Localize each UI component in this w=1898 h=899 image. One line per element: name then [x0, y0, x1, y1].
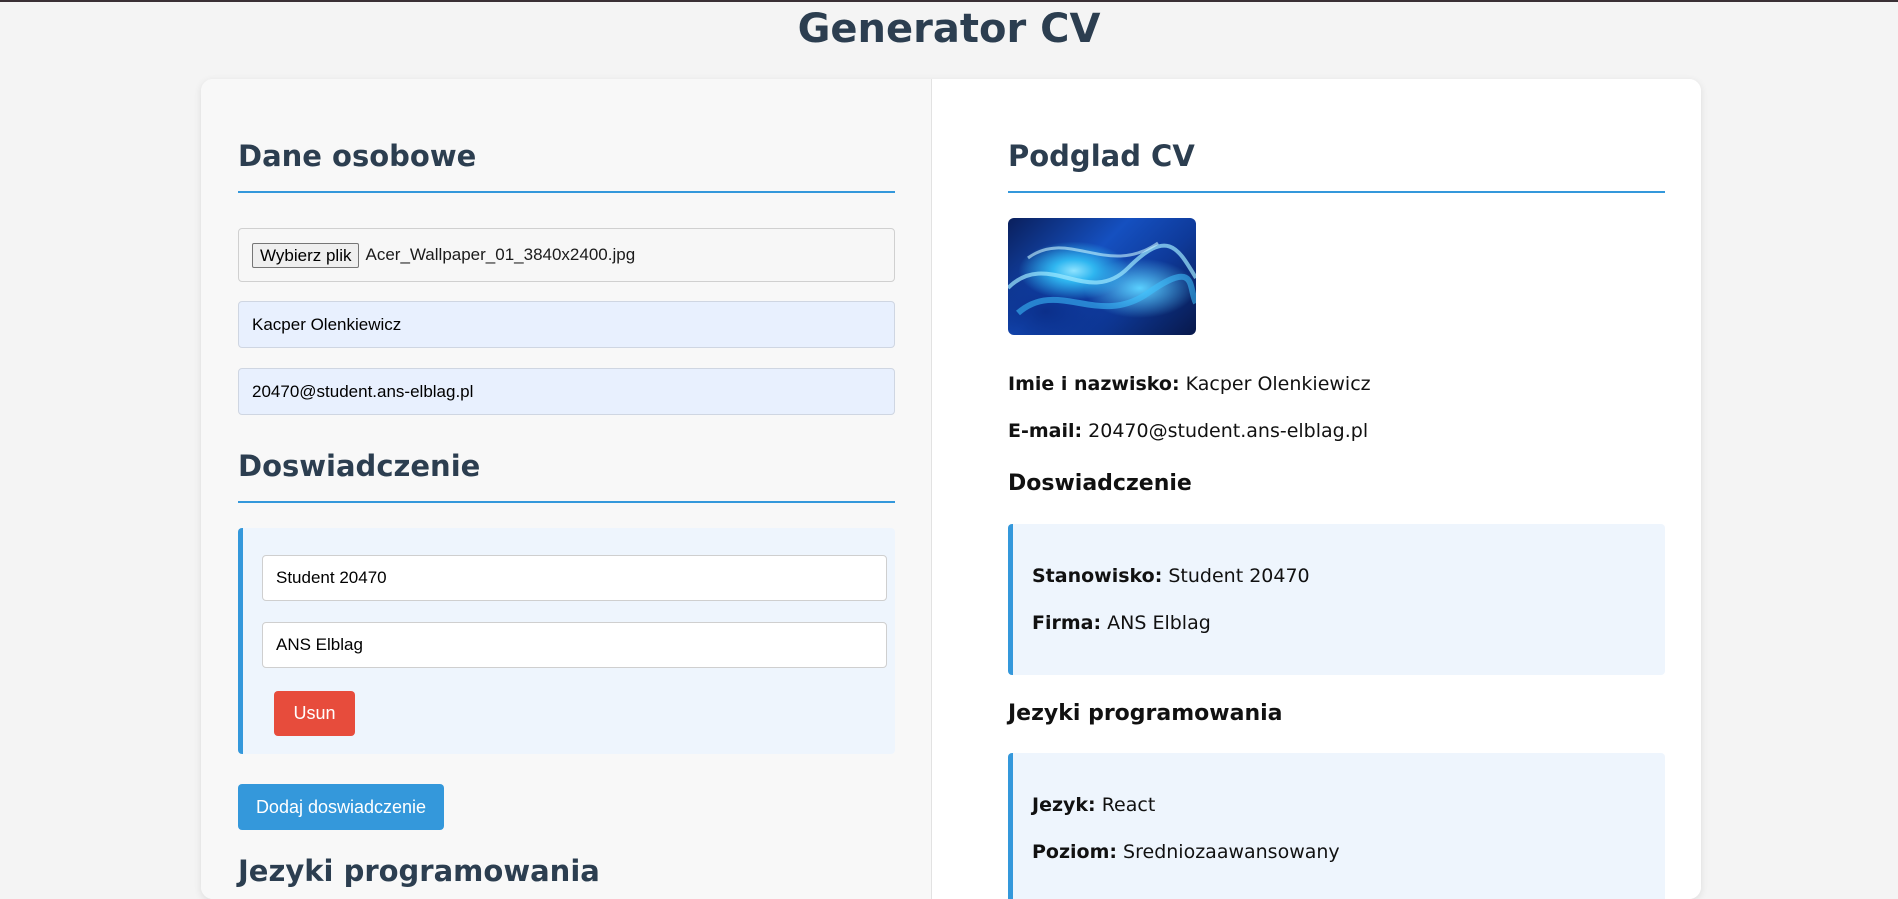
preview-email-label: E-mail:: [1008, 420, 1083, 442]
preview-name-label: Imie i nazwisko:: [1008, 373, 1180, 395]
preview-language-value: React: [1101, 794, 1156, 816]
choose-file-button[interactable]: Wybierz plik: [252, 242, 360, 268]
preview-company-line: Firma: ANS Elblag: [1032, 612, 1211, 634]
preview-name-line: Imie i nazwisko: Kacper Olenkiewicz: [1008, 373, 1371, 395]
preview-company-label: Firma:: [1032, 612, 1102, 634]
file-name: Acer_Wallpaper_01_3840x2400.jpg: [365, 245, 636, 264]
preview-position-line: Stanowisko: Student 20470: [1032, 565, 1310, 587]
preview-level-line: Poziom: Sredniozaawansowany: [1032, 841, 1340, 863]
languages-heading: Jezyki programowania: [238, 854, 600, 888]
preview-level-label: Poziom:: [1032, 841, 1117, 863]
email-input-value: 20470@student.ans-elblag.pl: [252, 381, 474, 401]
preview-email-line: E-mail: 20470@student.ans-elblag.pl: [1008, 420, 1368, 442]
form-panel: Dane osobowe Wybierz plik Acer_Wallpaper…: [201, 79, 932, 899]
preview-experience-entry: Stanowisko: Student 20470 Firma: ANS Elb…: [1008, 524, 1665, 675]
profile-photo: [1008, 218, 1196, 335]
photo-file-input[interactable]: Wybierz plik Acer_Wallpaper_01_3840x2400…: [238, 228, 895, 282]
email-input[interactable]: 20470@student.ans-elblag.pl: [238, 368, 895, 415]
preview-panel: Podglad CV Imie i nazwisko: Kacper Olenk…: [932, 79, 1701, 899]
add-experience-button[interactable]: Dodaj doswiadczenie: [238, 784, 444, 830]
preview-language-line: Jezyk: React: [1032, 794, 1155, 816]
preview-email-value: 20470@student.ans-elblag.pl: [1088, 420, 1369, 442]
cv-generator-card: Dane osobowe Wybierz plik Acer_Wallpaper…: [201, 79, 1701, 899]
preview-level-value: Sredniozaawansowany: [1123, 841, 1340, 863]
company-input-value: ANS Elblag: [276, 635, 363, 654]
preview-language-entry: Jezyk: React Poziom: Sredniozaawansowany: [1008, 753, 1665, 899]
position-input-value: Student 20470: [276, 568, 387, 587]
company-input[interactable]: ANS Elblag: [262, 622, 887, 668]
preview-languages-heading: Jezyki programowania: [1008, 701, 1283, 726]
personal-data-heading: Dane osobowe: [238, 139, 895, 193]
experience-heading: Doswiadczenie: [238, 449, 895, 503]
position-input[interactable]: Student 20470: [262, 555, 887, 601]
preview-language-label: Jezyk:: [1032, 794, 1096, 816]
name-input-value: Kacper Olenkiewicz: [252, 314, 402, 334]
page-title: Generator CV: [797, 6, 1101, 52]
preview-name-value: Kacper Olenkiewicz: [1185, 373, 1371, 395]
remove-experience-button[interactable]: Usun: [274, 691, 355, 736]
preview-heading: Podglad CV: [1008, 139, 1665, 193]
name-input[interactable]: Kacper Olenkiewicz: [238, 301, 895, 348]
preview-position-value: Student 20470: [1168, 565, 1310, 587]
preview-company-value: ANS Elblag: [1107, 612, 1211, 634]
preview-position-label: Stanowisko:: [1032, 565, 1163, 587]
preview-experience-heading: Doswiadczenie: [1008, 471, 1192, 496]
experience-entry: Student 20470 ANS Elblag Usun: [238, 528, 895, 754]
